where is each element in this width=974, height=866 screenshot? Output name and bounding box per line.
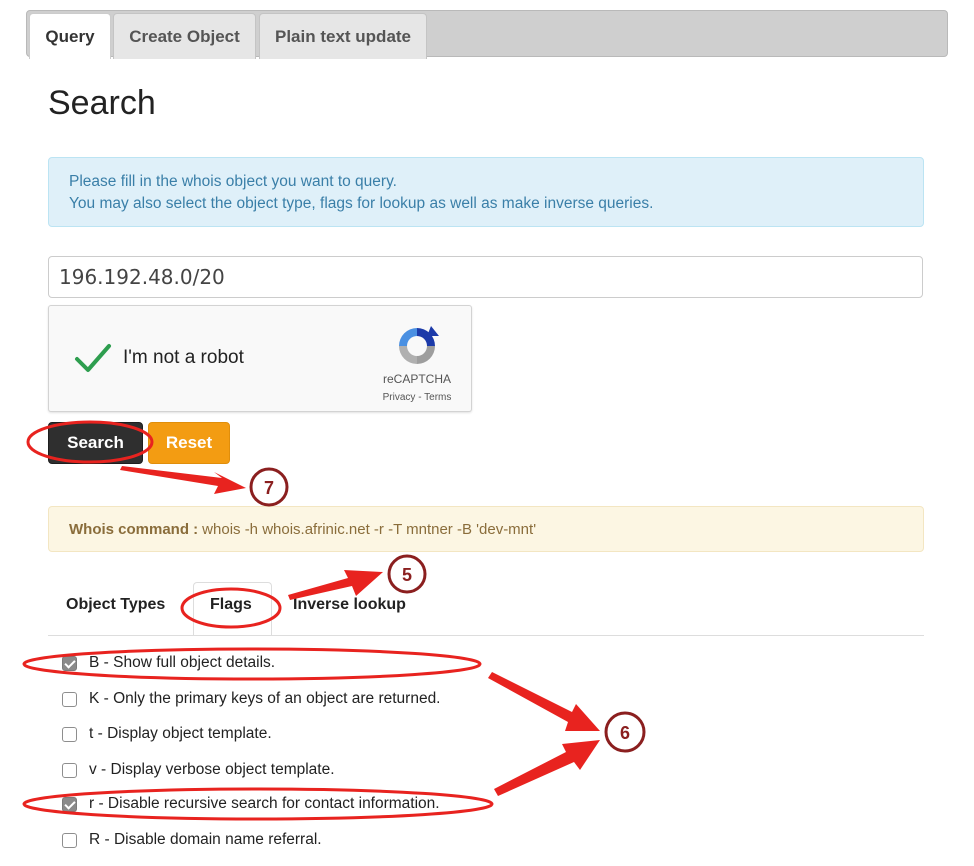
flag-row-R[interactable]: R - Disable domain name referral. [62,829,322,851]
recaptcha-brand: reCAPTCHA [382,372,451,386]
marker-6: 6 [604,711,646,753]
marker-6-label: 6 [620,723,630,743]
marker-5-label: 5 [402,565,412,585]
info-line-1: Please fill in the whois object you want… [69,173,397,190]
flag-v-label: v - Display verbose object template. [89,761,335,778]
flag-t-label: t - Display object template. [89,725,272,742]
tab-object-types[interactable]: Object Types [66,596,165,614]
whois-command-value: whois -h whois.afrinic.net -r -T mntner … [202,520,537,538]
reset-button[interactable]: Reset [148,422,230,464]
info-alert: Please fill in the whois object you want… [48,157,924,227]
tab-flags[interactable]: Flags [210,596,252,614]
flag-R-checkbox[interactable] [62,832,77,848]
flag-row-t[interactable]: t - Display object template. [62,723,272,745]
arrow-6-bottom-icon [494,740,600,796]
flag-v-checkbox[interactable] [62,762,77,778]
tab-inverse-lookup[interactable]: Inverse lookup [293,596,406,614]
arrow-6-top-icon [488,672,600,731]
marker-7: 7 [249,467,289,507]
query-input[interactable] [48,256,923,298]
marker-5: 5 [387,554,427,594]
search-button[interactable]: Search [48,422,143,464]
whois-command-box: Whois command : whois -h whois.afrinic.n… [48,506,924,552]
top-tab-bar: Query Create Object Plain text update [26,10,948,59]
recaptcha-links[interactable]: Privacy - Terms [357,392,477,403]
flag-b-checkbox[interactable] [62,655,77,671]
info-line-2: You may also select the object type, fla… [69,195,654,212]
whois-command-label: Whois command : [69,520,199,538]
flag-r-label: r - Disable recursive search for contact… [89,795,440,812]
page-title: Search [48,84,156,122]
flag-row-v[interactable]: v - Display verbose object template. [62,759,335,781]
flag-t-checkbox[interactable] [62,726,77,742]
flag-b-label: B - Show full object details. [89,654,276,671]
flag-row-b[interactable]: B - Show full object details. [62,652,275,674]
flag-row-k[interactable]: K - Only the primary keys of an object a… [62,688,441,710]
tab-query[interactable]: Query [29,13,111,59]
flag-R-label: R - Disable domain name referral. [89,831,322,848]
marker-7-label: 7 [264,478,274,498]
flag-k-checkbox[interactable] [62,691,77,707]
flag-row-r[interactable]: r - Disable recursive search for contact… [62,793,440,815]
tab-plain-text-update[interactable]: Plain text update [259,13,427,59]
recaptcha-logo-icon [399,326,439,364]
checkmark-icon[interactable] [73,338,113,378]
whois-search-page: Query Create Object Plain text update Se… [0,0,974,866]
flag-r-checkbox[interactable] [62,796,77,812]
arrow-7-icon [120,466,246,494]
captcha-label: I'm not a robot [123,347,244,368]
flag-k-label: K - Only the primary keys of an object a… [89,690,441,707]
tab-create-object[interactable]: Create Object [113,13,256,59]
recaptcha-widget: I'm not a robot reCAPTCHA Privacy - Term… [48,305,472,412]
sub-tab-divider [48,635,924,636]
